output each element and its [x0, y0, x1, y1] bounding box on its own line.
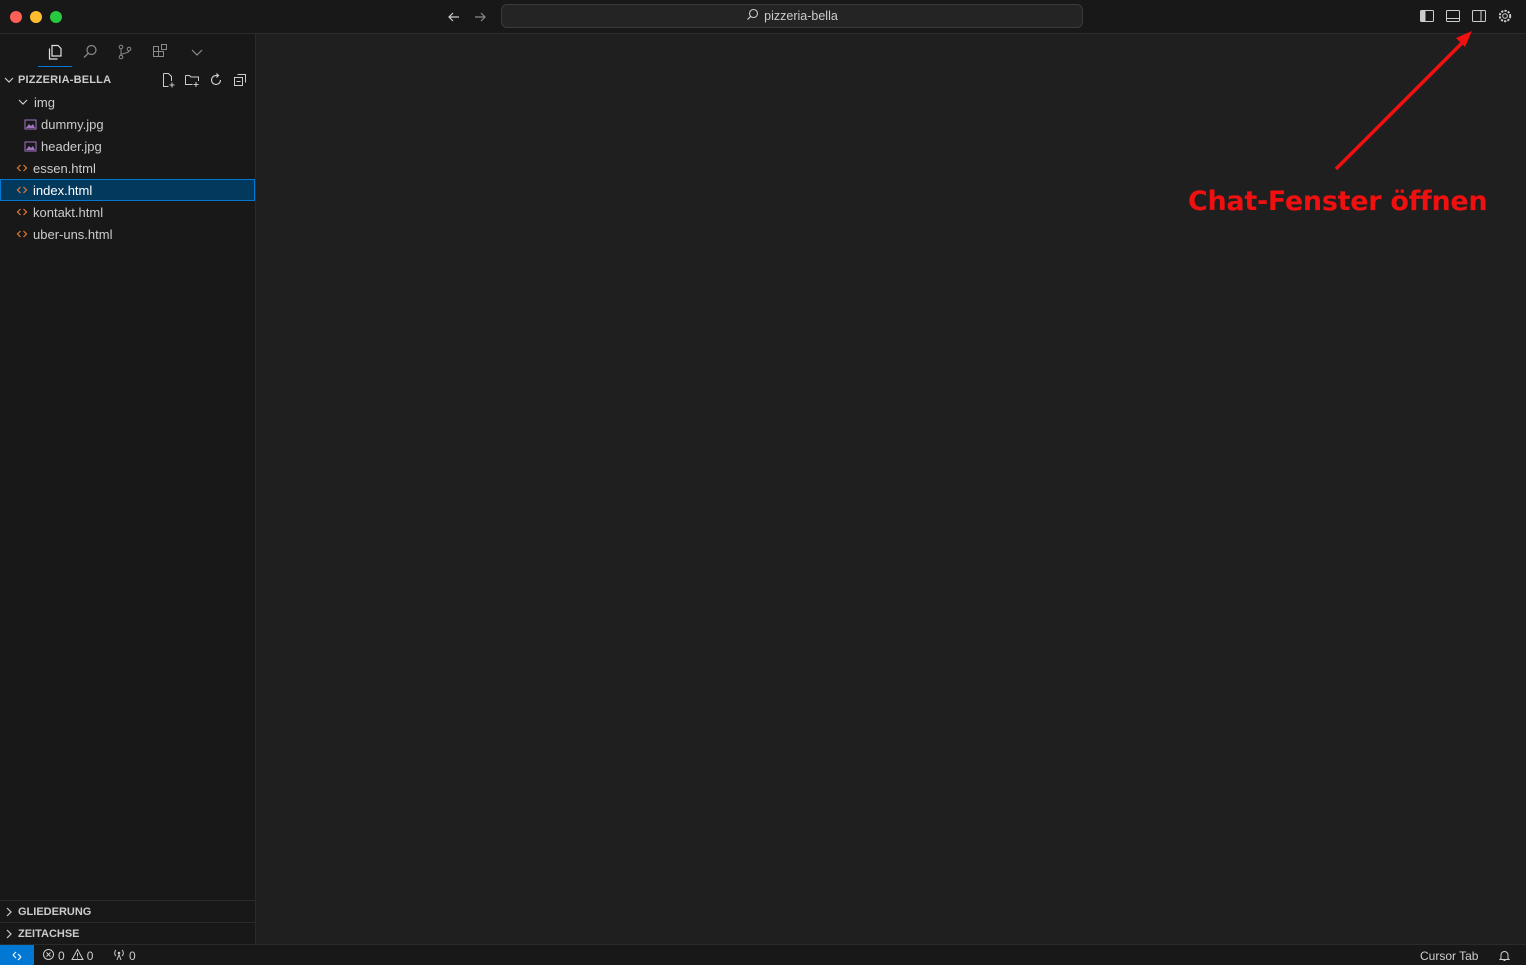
problems-indicator[interactable]: 0 0	[42, 945, 93, 965]
explorer-actions	[159, 69, 249, 91]
tree-item-label: essen.html	[33, 160, 96, 176]
settings-gear-icon[interactable]	[1496, 7, 1514, 25]
tree-file-kontakt-html[interactable]: kontakt.html	[0, 201, 255, 223]
ports-indicator[interactable]: 0	[112, 945, 136, 965]
status-bar: 0 0 0 Cursor Tab	[0, 944, 1526, 965]
outline-section-header[interactable]: GLIEDERUNG	[0, 900, 255, 922]
tree-item-label: header.jpg	[41, 138, 102, 154]
ports-count: 0	[129, 948, 136, 963]
explorer-files-icon[interactable]	[43, 40, 67, 64]
image-file-icon	[22, 116, 38, 132]
toggle-primary-sidebar-icon[interactable]	[1418, 7, 1436, 25]
tree-file-essen-html[interactable]: essen.html	[0, 157, 255, 179]
explorer-section-header[interactable]: PIZZERIA-BELLA	[0, 69, 255, 91]
tree-folder-img[interactable]: img	[0, 91, 255, 113]
timeline-title: ZEITACHSE	[18, 927, 80, 940]
active-view-indicator	[38, 66, 72, 67]
primary-sidebar: PIZZERIA-BELLA img dummy.jpg header.jpg …	[0, 34, 256, 944]
search-icon[interactable]	[78, 40, 102, 64]
chevron-down-icon	[15, 94, 31, 110]
error-icon	[42, 948, 55, 964]
notifications-bell-icon[interactable]	[1498, 945, 1511, 965]
warning-icon	[70, 947, 84, 964]
toggle-secondary-sidebar-icon[interactable]	[1470, 7, 1488, 25]
source-control-icon[interactable]	[113, 40, 137, 64]
new-file-icon[interactable]	[159, 71, 177, 89]
outline-title: GLIEDERUNG	[18, 905, 92, 918]
toggle-panel-icon[interactable]	[1444, 7, 1462, 25]
title-bar: pizzeria-bella	[0, 0, 1526, 34]
explorer-title: PIZZERIA-BELLA	[18, 74, 112, 86]
warning-count: 0	[86, 948, 94, 963]
chevron-right-icon	[0, 906, 18, 918]
editor-area	[256, 34, 1526, 944]
remote-indicator-icon[interactable]	[0, 945, 34, 965]
new-folder-icon[interactable]	[183, 71, 201, 89]
cursor-tab-label: Cursor Tab	[1420, 948, 1479, 963]
html-file-icon	[14, 204, 30, 220]
timeline-section-header[interactable]: ZEITACHSE	[0, 922, 255, 944]
search-icon	[746, 8, 759, 24]
tree-file-header-jpg[interactable]: header.jpg	[0, 135, 255, 157]
activity-bar	[0, 34, 255, 69]
broadcast-icon	[112, 948, 126, 964]
html-file-icon	[14, 226, 30, 242]
forward-arrow-icon[interactable]	[470, 7, 490, 27]
tree-file-dummy-jpg[interactable]: dummy.jpg	[0, 113, 255, 135]
tree-item-label: dummy.jpg	[41, 116, 104, 132]
collapse-all-icon[interactable]	[231, 71, 249, 89]
tree-file-index-html[interactable]: index.html	[0, 179, 255, 201]
back-arrow-icon[interactable]	[444, 7, 464, 27]
extensions-icon[interactable]	[148, 40, 172, 64]
minimize-window-button[interactable]	[30, 11, 42, 23]
tree-item-label: index.html	[33, 182, 93, 198]
close-window-button[interactable]	[10, 11, 22, 23]
refresh-icon[interactable]	[207, 71, 225, 89]
chevron-down-icon	[0, 74, 18, 86]
html-file-icon	[14, 160, 30, 176]
command-center-label: pizzeria-bella	[764, 9, 838, 23]
html-file-icon	[14, 182, 30, 198]
chevron-right-icon	[0, 928, 18, 940]
error-count: 0	[58, 948, 65, 963]
cursor-tab-status[interactable]: Cursor Tab	[1420, 945, 1478, 965]
maximize-window-button[interactable]	[50, 11, 62, 23]
tree-file-uber-uns-html[interactable]: uber-uns.html	[0, 223, 255, 245]
chevron-down-icon[interactable]	[185, 40, 209, 64]
tree-item-label: img	[34, 94, 55, 110]
tree-item-label: kontakt.html	[33, 204, 104, 220]
tree-item-label: uber-uns.html	[33, 226, 113, 242]
annotation-label: Chat-Fenster öffnen	[1188, 186, 1488, 217]
image-file-icon	[22, 138, 38, 154]
command-center-search[interactable]: pizzeria-bella	[501, 4, 1083, 28]
